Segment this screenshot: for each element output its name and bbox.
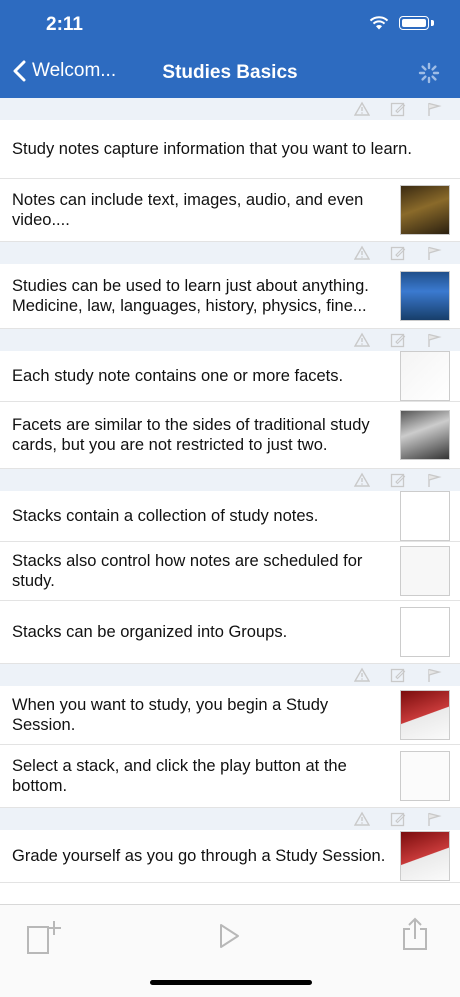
study-note-text: Study notes capture information that you… [12,140,412,158]
status-time: 2:11 [46,14,83,35]
study-note-text: Grade yourself as you go through a Study… [12,847,386,865]
note-thumbnail[interactable] [400,831,450,881]
study-note-text: Stacks can be organized into Groups. [12,623,288,641]
play-icon[interactable] [218,923,240,949]
study-note-row[interactable]: Stacks can be organized into Groups. [0,601,460,664]
study-note-text: Stacks contain a collection of study not… [12,507,319,525]
edit-icon[interactable] [390,101,406,117]
wifi-icon [369,16,389,30]
study-note-text: Each study note contains one or more fac… [12,367,344,385]
study-note-text: Notes can include text, images, audio, a… [12,191,364,229]
study-note-row[interactable]: Each study note contains one or more fac… [0,351,460,402]
flag-icon[interactable] [426,472,442,488]
status-bar: 2:11 [0,0,460,48]
study-note-row[interactable]: Grade yourself as you go through a Study… [0,830,460,883]
study-note-row[interactable]: Study notes capture information that you… [0,120,460,179]
navigation-bar: Welcom... Studies Basics [0,48,460,98]
edit-icon[interactable] [390,332,406,348]
section-header [0,664,460,686]
edit-icon[interactable] [390,245,406,261]
study-note-text: Facets are similar to the sides of tradi… [12,416,370,454]
study-note-text: Studies can be used to learn just about … [12,277,369,315]
flag-icon[interactable] [426,245,442,261]
note-thumbnail[interactable] [400,751,450,801]
warning-icon[interactable] [354,811,370,827]
note-thumbnail[interactable] [400,271,450,321]
note-thumbnail[interactable] [400,607,450,657]
section-header [0,469,460,491]
edit-icon[interactable] [390,811,406,827]
study-note-row[interactable]: Stacks contain a collection of study not… [0,491,460,542]
study-note-row[interactable]: Studies can be used to learn just about … [0,264,460,329]
section-header [0,98,460,120]
warning-icon[interactable] [354,667,370,683]
add-note-icon[interactable] [26,919,64,955]
section-header [0,242,460,264]
flag-icon[interactable] [426,101,442,117]
page-title: Studies Basics [162,62,298,83]
study-note-text: Stacks also control how notes are schedu… [12,552,363,590]
warning-icon[interactable] [354,332,370,348]
note-thumbnail[interactable] [400,185,450,235]
note-thumbnail[interactable] [400,546,450,596]
note-thumbnail[interactable] [400,351,450,401]
activity-spinner-icon [418,62,440,84]
study-note-row[interactable]: Notes can include text, images, audio, a… [0,179,460,242]
battery-icon [399,16,429,30]
warning-icon[interactable] [354,245,370,261]
note-thumbnail[interactable] [400,491,450,541]
note-thumbnail[interactable] [400,690,450,740]
section-header [0,329,460,351]
section-header [0,808,460,830]
edit-icon[interactable] [390,667,406,683]
share-icon[interactable] [402,917,428,951]
edit-icon[interactable] [390,472,406,488]
note-thumbnail[interactable] [400,410,450,460]
study-note-row[interactable]: Facets are similar to the sides of tradi… [0,402,460,469]
flag-icon[interactable] [426,332,442,348]
study-note-row[interactable]: When you want to study, you begin a Stud… [0,686,460,745]
study-note-text: Select a stack, and click the play butto… [12,757,347,795]
home-indicator [150,980,312,985]
warning-icon[interactable] [354,472,370,488]
warning-icon[interactable] [354,101,370,117]
study-note-text: When you want to study, you begin a Stud… [12,696,329,734]
study-notes-list[interactable]: Study notes capture information that you… [0,98,460,904]
flag-icon[interactable] [426,667,442,683]
flag-icon[interactable] [426,811,442,827]
study-note-row[interactable]: Select a stack, and click the play butto… [0,745,460,808]
study-note-row[interactable]: Stacks also control how notes are schedu… [0,542,460,601]
